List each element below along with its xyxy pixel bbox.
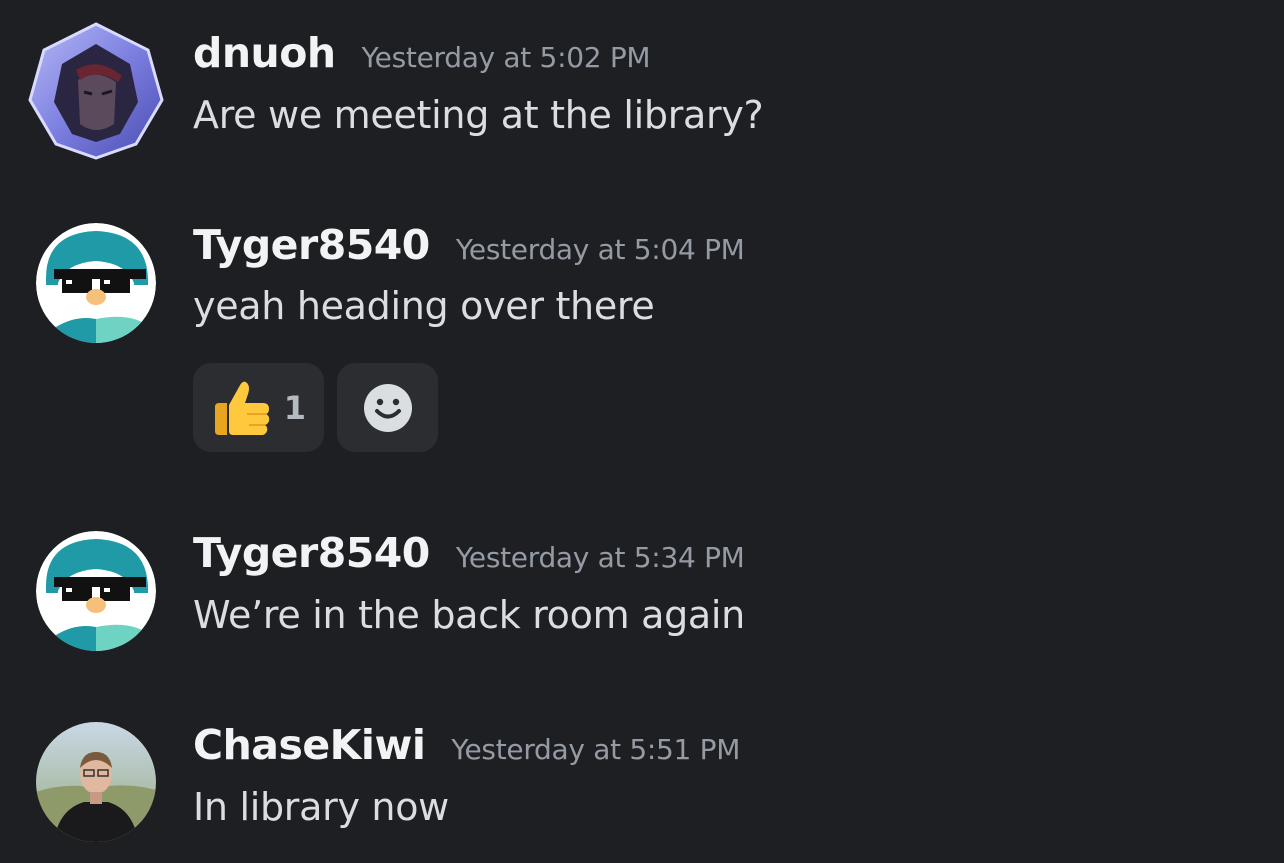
penguin-sunglasses-icon (36, 531, 156, 651)
avatar[interactable] (36, 531, 156, 651)
reaction-count: 1 (283, 388, 306, 427)
message-text: yeah heading over there (193, 284, 655, 328)
message-text: Are we meeting at the library? (193, 93, 764, 137)
timestamp: Yesterday at 5:02 PM (361, 41, 651, 74)
avatar[interactable] (26, 20, 166, 160)
thumbs-up-icon (215, 381, 270, 435)
message-text: In library now (193, 785, 449, 829)
avatar[interactable] (36, 722, 156, 842)
username[interactable]: Tyger8540 (193, 221, 430, 269)
penguin-sunglasses-icon (36, 223, 156, 343)
reactions-bar: 1 (193, 363, 438, 452)
reaction-thumbs-up[interactable]: 1 (193, 363, 324, 452)
timestamp: Yesterday at 5:34 PM (455, 541, 745, 574)
username[interactable]: dnuoh (193, 29, 336, 77)
timestamp: Yesterday at 5:04 PM (455, 233, 745, 266)
hooded-character-icon (28, 22, 164, 160)
avatar[interactable] (36, 223, 156, 343)
timestamp: Yesterday at 5:51 PM (451, 733, 741, 766)
smiley-add-reaction-icon (363, 383, 412, 432)
add-reaction-button[interactable] (337, 363, 438, 452)
username[interactable]: ChaseKiwi (193, 721, 426, 769)
message-text: We’re in the back room again (193, 593, 745, 637)
person-photo-icon (36, 722, 156, 842)
username[interactable]: Tyger8540 (193, 529, 430, 577)
